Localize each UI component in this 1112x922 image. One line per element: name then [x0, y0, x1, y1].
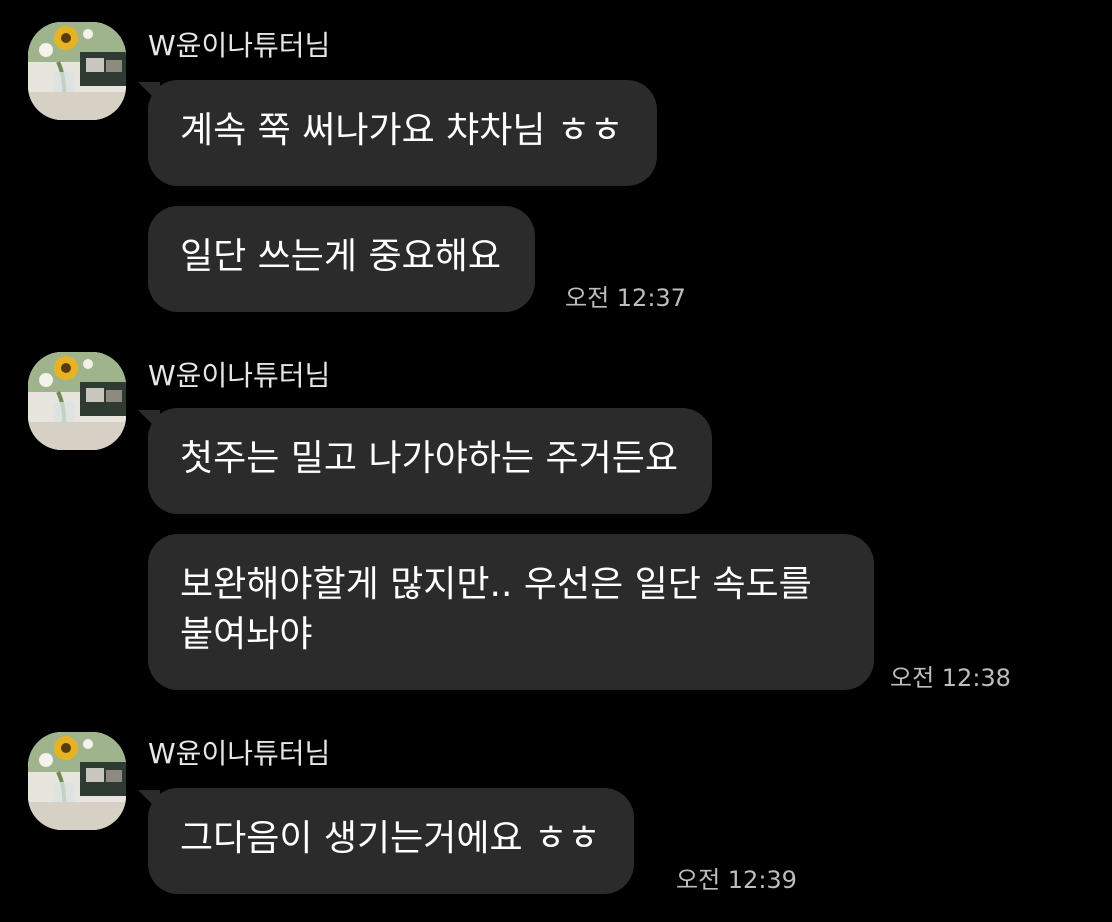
- message-text: 보완해야할게 많지만.. 우선은 일단 속도를 붙여놔야: [180, 564, 812, 655]
- message-bubble[interactable]: 보완해야할게 많지만.. 우선은 일단 속도를 붙여놔야: [148, 534, 874, 690]
- sender-name: W윤이나튜터님: [148, 29, 331, 62]
- message-bubble[interactable]: 계속 쭉 써나가요 챠차님 ㅎㅎ: [148, 80, 658, 186]
- message-timestamp: 오전 12:39: [676, 866, 797, 894]
- avatar[interactable]: [28, 352, 126, 450]
- message-bubble[interactable]: 그다음이 생기는거에요 ㅎㅎ: [148, 788, 635, 894]
- message-text: 일단 쓰는게 중요해요: [180, 236, 501, 277]
- sunflower-photo-icon: [28, 22, 126, 120]
- sunflower-photo-icon: [28, 352, 126, 450]
- message-text: 그다음이 생기는거에요 ㅎㅎ: [180, 818, 601, 859]
- sunflower-photo-icon: [28, 732, 126, 830]
- message-text: 첫주는 밀고 나가야하는 주거든요: [180, 438, 679, 479]
- message-bubble[interactable]: 첫주는 밀고 나가야하는 주거든요: [148, 408, 713, 514]
- message-bubble[interactable]: 일단 쓰는게 중요해요: [148, 206, 535, 312]
- sender-name: W윤이나튜터님: [148, 737, 331, 770]
- message-text: 계속 쭉 써나가요 챠차님 ㅎㅎ: [180, 110, 624, 151]
- message-timestamp: 오전 12:37: [565, 284, 686, 312]
- avatar[interactable]: [28, 22, 126, 120]
- avatar[interactable]: [28, 732, 126, 830]
- sender-name: W윤이나튜터님: [148, 359, 331, 392]
- message-timestamp: 오전 12:38: [890, 664, 1011, 692]
